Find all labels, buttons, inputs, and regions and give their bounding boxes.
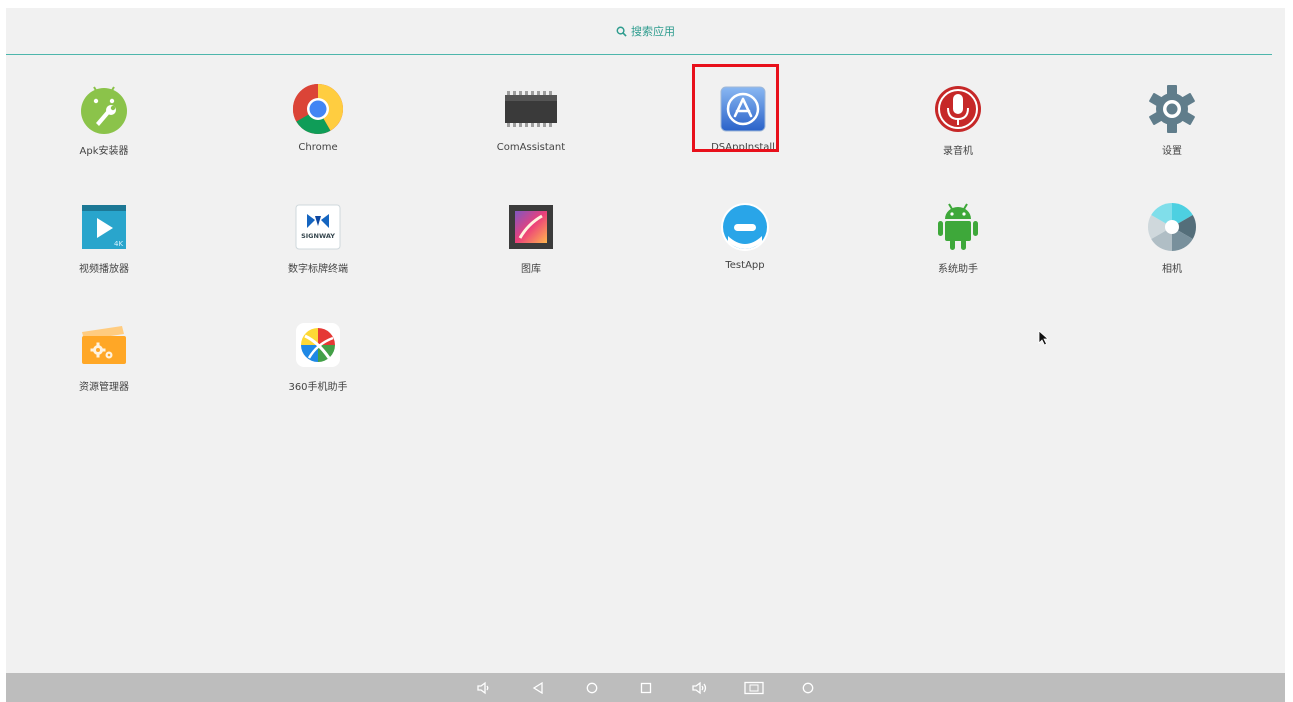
search-label: 搜索应用: [631, 25, 675, 38]
gallery-icon: [504, 200, 558, 254]
app-label: 360手机助手: [288, 382, 348, 393]
app-label: 数字标牌终端: [288, 264, 348, 275]
signway-logo-icon: SIGNWAY: [291, 200, 345, 254]
recents-button[interactable]: [619, 673, 673, 702]
app-system-assistant[interactable]: 系统助手: [898, 200, 1018, 290]
home-icon: [586, 682, 597, 693]
svg-text:4K: 4K: [114, 240, 123, 248]
app-comassistant[interactable]: ComAssistant: [471, 82, 591, 172]
app-label: 视频播放器: [79, 264, 129, 275]
app-file-manager[interactable]: 资源管理器: [44, 318, 164, 408]
app-360-assistant[interactable]: 360手机助手: [258, 318, 378, 408]
app-label: 图库: [521, 264, 541, 275]
app-settings[interactable]: 设置: [1112, 82, 1232, 172]
chrome-icon: [291, 82, 345, 136]
search-apps-bar[interactable]: 搜索应用: [6, 8, 1285, 54]
app-label: 录音机: [943, 146, 973, 157]
app-label: DSAppInstall: [711, 142, 775, 153]
gear-icon: [1145, 82, 1199, 136]
back-button[interactable]: [511, 673, 565, 702]
power-circle-icon: [802, 682, 813, 693]
video-player-icon: 4K: [77, 200, 131, 254]
app-label: 相机: [1162, 264, 1182, 275]
android-robot-icon: [931, 200, 985, 254]
app-label: 设置: [1162, 146, 1182, 157]
folder-gear-icon: [77, 318, 131, 372]
search-icon: [616, 26, 627, 37]
360-ball-icon: [291, 318, 345, 372]
screenshot-button[interactable]: [727, 673, 781, 702]
volume-up-icon: [691, 681, 706, 694]
app-apk-installer[interactable]: Apk安装器: [44, 82, 164, 172]
app-drawer: 搜索应用 Apk安装器 Chrome ComAssistant DSAppIns…: [6, 8, 1285, 673]
search-divider: [6, 54, 1272, 55]
app-camera[interactable]: 相机: [1112, 200, 1232, 290]
app-store-icon: [716, 82, 770, 136]
app-label: Apk安装器: [79, 146, 129, 157]
camera-shutter-icon: [1145, 200, 1199, 254]
app-video-player[interactable]: 4K 视频播放器: [44, 200, 164, 290]
app-digital-signage[interactable]: SIGNWAY 数字标牌终端: [258, 200, 378, 290]
app-label: TestApp: [725, 260, 765, 271]
app-label: 资源管理器: [79, 382, 129, 393]
mouse-cursor-icon: [1038, 330, 1050, 350]
app-chrome[interactable]: Chrome: [258, 82, 378, 172]
svg-text:SIGNWAY: SIGNWAY: [301, 232, 335, 240]
home-button[interactable]: [565, 673, 619, 702]
app-testapp[interactable]: TestApp: [685, 200, 805, 290]
power-button[interactable]: [781, 673, 835, 702]
android-wrench-icon: [77, 82, 131, 136]
chip-icon: [504, 82, 558, 136]
app-gallery[interactable]: 图库: [471, 200, 591, 290]
app-label: ComAssistant: [496, 142, 566, 153]
microphone-icon: [931, 82, 985, 136]
app-dsappinstall[interactable]: DSAppInstall: [683, 82, 803, 172]
app-label: 系统助手: [938, 264, 978, 275]
back-icon: [532, 681, 543, 694]
screenshot-icon: [743, 681, 764, 694]
volume-down-icon: [476, 681, 488, 694]
testapp-face-icon: [718, 200, 772, 254]
volume-up-button[interactable]: [673, 673, 727, 702]
volume-down-button[interactable]: [457, 673, 511, 702]
app-recorder[interactable]: 录音机: [898, 82, 1018, 172]
navigation-bar: [6, 673, 1285, 702]
recents-icon: [640, 682, 651, 693]
app-label: Chrome: [298, 142, 338, 153]
